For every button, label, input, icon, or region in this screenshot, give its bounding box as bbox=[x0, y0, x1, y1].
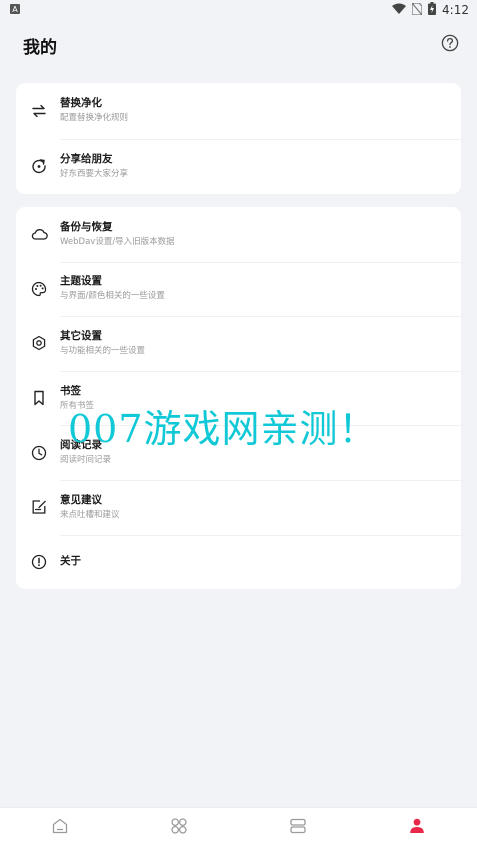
nav-tab-discover[interactable] bbox=[119, 808, 238, 848]
person-icon bbox=[408, 817, 426, 839]
menu-item-replace-purify[interactable]: 替换净化 配置替换净化规则 bbox=[16, 83, 461, 139]
gear-icon bbox=[30, 334, 48, 352]
edit-note-icon bbox=[30, 498, 48, 516]
info-alert-icon bbox=[30, 553, 48, 571]
menu-item-theme-settings[interactable]: 主题设置 与界面/颜色相关的一些设置 bbox=[16, 261, 461, 317]
menu-item-title: 分享给朋友 bbox=[60, 152, 113, 165]
menu-item-subtitle: 配置替换净化规则 bbox=[60, 113, 129, 124]
menu-item-title: 意见建议 bbox=[60, 493, 102, 506]
menu-item-title: 备份与恢复 bbox=[60, 220, 113, 233]
menu-item-backup-restore[interactable]: 备份与恢复 WebDav设置/导入旧版本数据 bbox=[16, 207, 461, 262]
clock-icon bbox=[30, 444, 48, 462]
no-sim-icon bbox=[411, 1, 423, 18]
bookmark-icon bbox=[30, 389, 48, 407]
menu-item-subtitle: 阅读时间记录 bbox=[60, 455, 112, 466]
menu-item-subtitle: 好东西要大家分享 bbox=[60, 168, 129, 179]
menu-item-title: 替换净化 bbox=[60, 97, 102, 110]
wifi-icon bbox=[392, 3, 407, 17]
menu-item-subtitle: 来点吐槽和建议 bbox=[60, 509, 120, 520]
share-refresh-icon bbox=[30, 157, 48, 175]
watermark-text: 007游戏网亲测！ bbox=[68, 407, 378, 451]
menu-item-title: 主题设置 bbox=[60, 275, 102, 288]
home-icon bbox=[51, 817, 69, 839]
bottom-nav bbox=[0, 807, 477, 848]
menu-item-share[interactable]: 分享给朋友 好东西要大家分享 bbox=[16, 138, 461, 195]
header: 我的 bbox=[0, 28, 477, 62]
menu-card-general: 替换净化 配置替换净化规则 分享给朋友 好东西要大家分享 bbox=[16, 83, 461, 194]
a-notification-icon: A bbox=[10, 3, 20, 17]
status-bar: A 4:12 bbox=[0, 0, 477, 20]
palette-icon bbox=[30, 280, 48, 298]
menu-item-subtitle: 与界面/颜色相关的一些设置 bbox=[60, 291, 165, 302]
menu-item-title: 其它设置 bbox=[60, 329, 102, 342]
layers-icon bbox=[289, 817, 307, 839]
status-left: A bbox=[10, 3, 20, 17]
status-right: 4:12 bbox=[392, 1, 469, 18]
menu-item-subtitle: 与功能相关的一些设置 bbox=[60, 345, 146, 356]
nav-tab-rss[interactable] bbox=[239, 808, 358, 848]
battery-charging-icon bbox=[428, 2, 437, 18]
grid-flower-icon bbox=[170, 817, 188, 839]
help-circle-icon bbox=[441, 34, 459, 56]
status-time: 4:12 bbox=[442, 3, 469, 17]
menu-item-other-settings[interactable]: 其它设置 与功能相关的一些设置 bbox=[16, 316, 461, 371]
menu-item-title: 关于 bbox=[60, 555, 81, 568]
page-title: 我的 bbox=[23, 37, 57, 58]
menu-item-title: 书签 bbox=[60, 384, 81, 397]
svg-text:A: A bbox=[12, 5, 18, 14]
menu-item-subtitle: WebDav设置/导入旧版本数据 bbox=[60, 236, 175, 247]
cloud-icon bbox=[30, 225, 48, 243]
nav-tab-bookshelf[interactable] bbox=[0, 808, 119, 848]
swap-arrows-icon bbox=[30, 102, 48, 120]
nav-tab-my[interactable] bbox=[358, 808, 477, 848]
help-button[interactable] bbox=[439, 34, 461, 56]
menu-item-about[interactable]: 关于 bbox=[16, 534, 461, 589]
menu-item-feedback[interactable]: 意见建议 来点吐槽和建议 bbox=[16, 479, 461, 535]
